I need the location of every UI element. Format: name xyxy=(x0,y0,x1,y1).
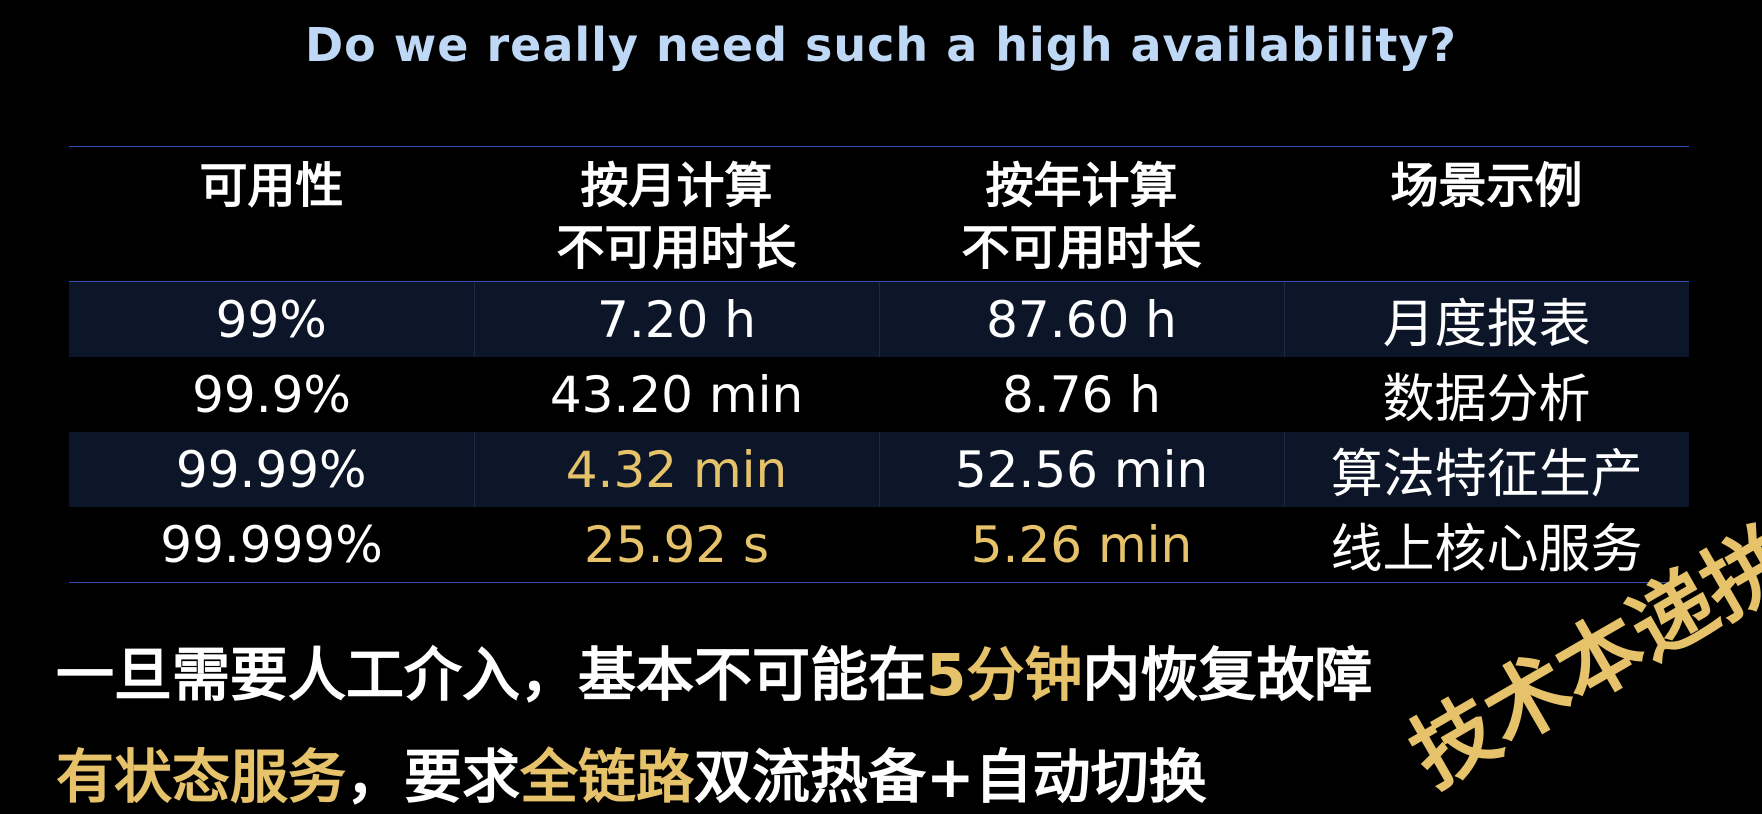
cell-yearly: 8.76 h xyxy=(1002,365,1161,424)
cell-availability: 99.99% xyxy=(69,432,474,507)
cell-monthly: 43.20 min xyxy=(549,365,804,424)
table-header-row: 可用性 按月计算 不可用时长 按年计算 不可用时长 场景示例 xyxy=(69,146,1689,282)
header-availability-label: 可用性 xyxy=(199,158,344,214)
table-row: 99.999% 25.92 s 5.26 min 线上核心服务 xyxy=(69,507,1689,583)
statement-2-highlight-a: 有状态服务 xyxy=(56,743,347,811)
cell-scene: 算法特征生产 xyxy=(1283,432,1689,507)
availability-table-container: 可用性 按月计算 不可用时长 按年计算 不可用时长 场景示例 99% 7.20 … xyxy=(69,146,1689,583)
statement-stateful-service: 有状态服务，要求全链路双流热备+自动切换 xyxy=(56,730,1207,814)
header-monthly-line1: 按月计算 xyxy=(580,158,773,214)
header-scenario-label: 场景示例 xyxy=(1390,158,1583,214)
table-row: 99% 7.20 h 87.60 h 月度报表 xyxy=(69,281,1689,357)
header-availability: 可用性 xyxy=(69,146,474,282)
cell-yearly: 52.56 min xyxy=(878,432,1284,507)
cell-yearly-highlight: 5.26 min xyxy=(970,515,1193,574)
table-row: 99.9% 43.20 min 8.76 h 数据分析 xyxy=(69,357,1689,432)
header-yearly-downtime: 按年计算 不可用时长 xyxy=(879,146,1284,282)
cell-monthly-highlight: 25.92 s xyxy=(583,515,770,574)
statement-1-highlight: 5分钟 xyxy=(926,641,1083,709)
header-monthly-downtime: 按月计算 不可用时长 xyxy=(474,146,879,282)
header-yearly-line1: 按年计算 xyxy=(985,158,1178,214)
cell-availability: 99.9% xyxy=(192,365,351,424)
statement-manual-recovery: 一旦需要人工介入，基本不可能在5分钟内恢复故障 xyxy=(56,628,1372,712)
statement-1-text-b: 内恢复故障 xyxy=(1082,641,1373,709)
cell-availability: 99% xyxy=(69,281,474,357)
statement-2-text-a: ，要求 xyxy=(346,743,521,811)
header-yearly-line2: 不可用时长 xyxy=(961,220,1202,276)
header-scenario: 场景示例 xyxy=(1284,146,1689,282)
cell-availability: 99.999% xyxy=(160,515,383,574)
cell-monthly: 7.20 h xyxy=(473,281,879,357)
cell-yearly: 87.60 h xyxy=(878,281,1284,357)
cell-scene: 数据分析 xyxy=(1382,370,1591,430)
slide-title: Do we really need such a high availabili… xyxy=(304,18,1457,72)
table-row: 99.99% 4.32 min 52.56 min 算法特征生产 xyxy=(69,432,1689,507)
availability-table: 可用性 按月计算 不可用时长 按年计算 不可用时长 场景示例 99% 7.20 … xyxy=(69,146,1689,583)
cell-scene: 月度报表 xyxy=(1283,281,1689,357)
cell-monthly-highlight: 4.32 min xyxy=(473,432,879,507)
statement-2-highlight-b: 全链路 xyxy=(520,743,695,811)
header-monthly-line2: 不可用时长 xyxy=(556,220,797,276)
statement-1-text-a: 一旦需要人工介入，基本不可能在 xyxy=(56,641,927,709)
statement-2-text-b: 双流热备+自动切换 xyxy=(694,743,1207,811)
